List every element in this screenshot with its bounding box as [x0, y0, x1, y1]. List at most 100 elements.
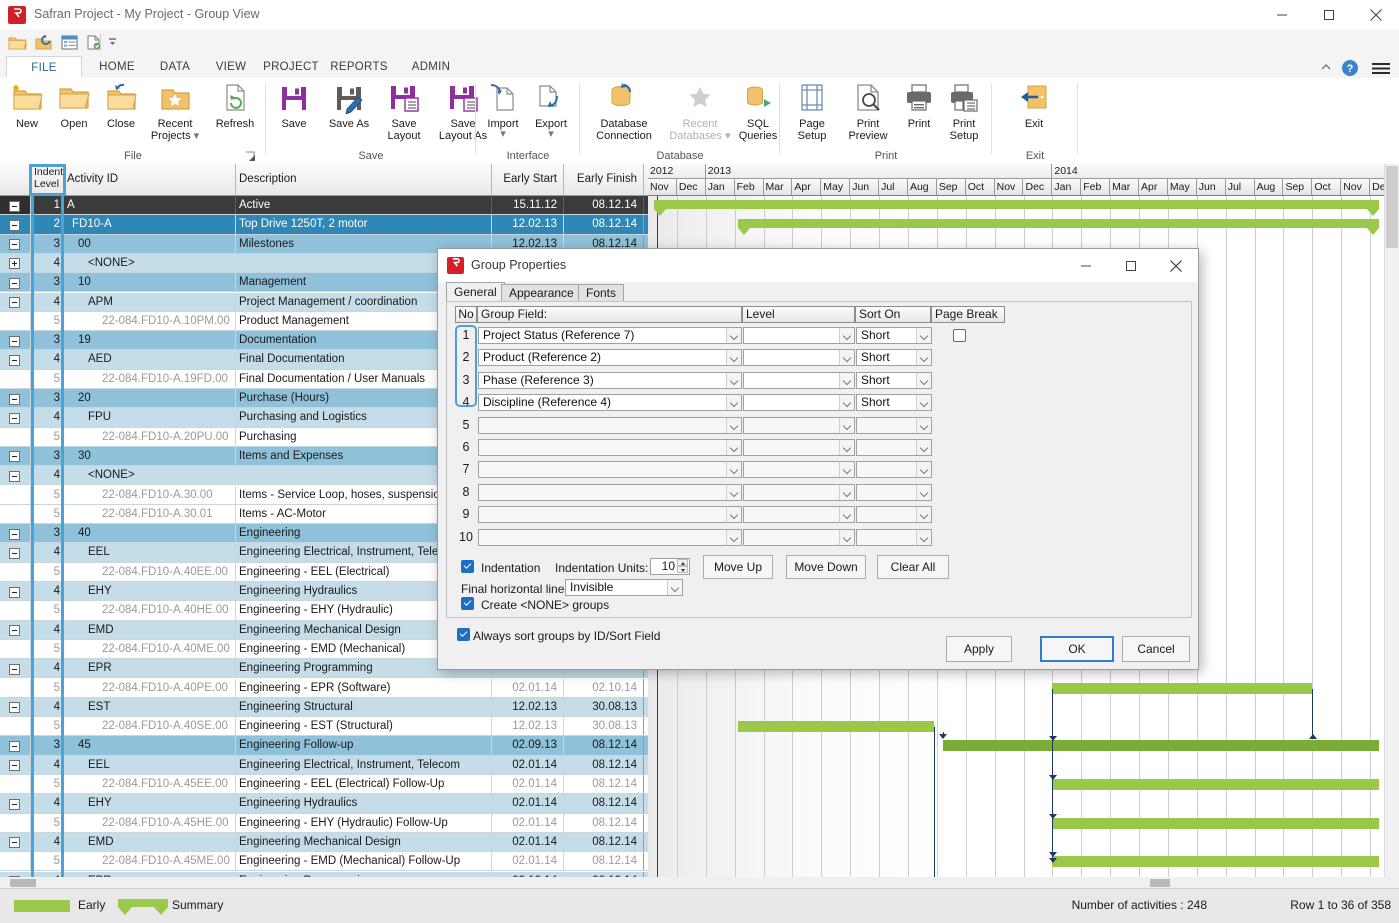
- row-expand-cell[interactable]: [0, 311, 31, 331]
- collapse-icon[interactable]: [9, 335, 20, 347]
- collapse-icon[interactable]: [9, 470, 20, 482]
- chevron-down-icon[interactable]: [726, 507, 741, 523]
- row-expand-cell[interactable]: [0, 601, 31, 620]
- group-field-select[interactable]: [478, 483, 742, 501]
- group-sort-on-select[interactable]: Short: [856, 349, 932, 367]
- indentation-units-spin-down[interactable]: [677, 566, 688, 573]
- create-none-groups-checkbox[interactable]: [461, 597, 474, 610]
- ribbon-button-print-setup[interactable]: Print Setup: [940, 82, 988, 142]
- chevron-down-icon[interactable]: [839, 395, 854, 411]
- chevron-down-icon[interactable]: [726, 372, 741, 388]
- row-expand-cell[interactable]: [0, 852, 31, 871]
- row-expand-cell[interactable]: [0, 794, 31, 813]
- row-expand-cell[interactable]: [0, 446, 31, 466]
- row-expand-cell[interactable]: [0, 504, 31, 524]
- table-row[interactable]: 4 EST Engineering Structural 12.02.13 30.08.…: [0, 697, 648, 718]
- group-level-select[interactable]: [743, 483, 855, 501]
- dialog-tab-fonts[interactable]: Fonts: [578, 284, 625, 302]
- table-row[interactable]: 1 A Active 15.11.12 08.12.14: [0, 196, 648, 216]
- vertical-scrollbar[interactable]: [1384, 164, 1399, 889]
- ribbon-button-page-setup[interactable]: Page Setup: [786, 82, 838, 142]
- ribbon-tab-data[interactable]: DATA: [144, 56, 206, 78]
- row-expand-cell[interactable]: [0, 234, 31, 253]
- row-expand-cell[interactable]: [0, 543, 31, 562]
- row-expand-cell[interactable]: [0, 215, 31, 234]
- chevron-down-icon[interactable]: [839, 372, 854, 388]
- row-expand-cell[interactable]: [0, 620, 31, 639]
- chevron-down-icon[interactable]: [839, 350, 854, 366]
- ribbon-tab-file[interactable]: FILE: [6, 56, 82, 78]
- group-field-select[interactable]: Project Status (Reference 7): [478, 327, 742, 344]
- row-expand-cell[interactable]: [0, 196, 31, 215]
- chevron-down-icon[interactable]: [726, 462, 741, 478]
- ribbon-button-refresh[interactable]: Refresh: [208, 82, 262, 130]
- group-field-select[interactable]: [478, 416, 742, 434]
- collapse-icon[interactable]: [9, 200, 20, 212]
- collapse-icon[interactable]: [9, 837, 20, 849]
- ribbon-button-print-preview[interactable]: Print Preview: [838, 82, 898, 142]
- group-sort-on-select[interactable]: [856, 506, 932, 524]
- gantt-horizontal-scroll-thumb[interactable]: [1150, 879, 1170, 887]
- chevron-down-icon[interactable]: [916, 328, 931, 343]
- grid-header-description[interactable]: Description: [236, 164, 492, 195]
- group-sort-on-select[interactable]: Short: [856, 394, 932, 412]
- group-sort-on-select[interactable]: [856, 461, 932, 479]
- expand-icon[interactable]: [9, 258, 20, 270]
- group-level-select[interactable]: [743, 506, 855, 524]
- table-row[interactable]: 5 22-084.FD10-A.45ME.00 Engineering - EMD …: [0, 852, 648, 872]
- chevron-down-icon[interactable]: [839, 462, 854, 478]
- chevron-down-icon[interactable]: [839, 484, 854, 500]
- file-dialog-launcher-icon[interactable]: [245, 151, 256, 162]
- grid-horizontal-scroll-thumb[interactable]: [10, 879, 36, 887]
- row-expand-cell[interactable]: [0, 582, 31, 601]
- ribbon-tab-reports[interactable]: REPORTS: [322, 56, 396, 78]
- row-expand-cell[interactable]: [0, 466, 31, 485]
- customize-qat-icon[interactable]: [106, 34, 120, 52]
- group-sort-on-select[interactable]: [856, 416, 932, 434]
- group-level-select[interactable]: [743, 327, 855, 344]
- indentation-checkbox[interactable]: [461, 560, 474, 573]
- ribbon-button-export[interactable]: Export ▾: [528, 82, 574, 140]
- row-expand-cell[interactable]: [0, 369, 31, 388]
- row-expand-cell[interactable]: [0, 832, 31, 852]
- chevron-down-icon[interactable]: [726, 529, 741, 545]
- ribbon-button-import[interactable]: Import ▾: [480, 82, 526, 140]
- ribbon-button-open[interactable]: Open: [52, 82, 96, 130]
- chevron-down-icon[interactable]: ▾: [194, 130, 200, 142]
- cancel-button[interactable]: Cancel: [1122, 636, 1190, 662]
- table-row[interactable]: 5 22-084.FD10-A.45EE.00 Engineering - EEL …: [0, 775, 648, 795]
- ribbon-button-save[interactable]: Save: [272, 82, 316, 130]
- collapse-icon[interactable]: [9, 740, 20, 752]
- table-row[interactable]: 5 22-084.FD10-A.40SE.00 Engineering - EST …: [0, 717, 648, 737]
- chevron-down-icon[interactable]: [839, 417, 854, 433]
- group-sort-on-select[interactable]: [856, 439, 932, 456]
- row-expand-cell[interactable]: [0, 408, 31, 427]
- chevron-down-icon[interactable]: [726, 328, 741, 343]
- row-expand-cell[interactable]: [0, 273, 31, 292]
- ribbon-tab-project[interactable]: PROJECT: [254, 56, 328, 78]
- row-expand-cell[interactable]: [0, 427, 31, 446]
- row-expand-cell[interactable]: [0, 736, 31, 755]
- move-down-button[interactable]: Move Down: [786, 555, 866, 579]
- menu-icon[interactable]: [1371, 61, 1391, 78]
- collapse-icon[interactable]: [9, 663, 20, 675]
- chevron-down-icon[interactable]: [916, 395, 931, 411]
- row-expand-cell[interactable]: [0, 562, 31, 581]
- ribbon-tab-view[interactable]: VIEW: [200, 56, 262, 78]
- gantt-summary-bar[interactable]: [653, 200, 1379, 216]
- table-row[interactable]: 5 22-084.FD10-A.40PE.00 Engineering - EPR …: [0, 678, 648, 698]
- dialog-tab-general[interactable]: General: [446, 282, 505, 302]
- chevron-down-icon[interactable]: [916, 507, 931, 523]
- row-expand-cell[interactable]: [0, 292, 31, 311]
- group-sort-on-select[interactable]: [856, 528, 932, 546]
- collapse-icon[interactable]: [9, 354, 20, 366]
- group-field-select[interactable]: [478, 439, 742, 456]
- clear-all-button[interactable]: Clear All: [877, 555, 949, 579]
- list-view-icon[interactable]: [60, 34, 80, 52]
- row-expand-cell[interactable]: [0, 717, 31, 736]
- collapse-icon[interactable]: [9, 412, 20, 424]
- close-button[interactable]: [1353, 0, 1399, 30]
- table-row[interactable]: 4 EEL Engineering Electrical, Instrument, …: [0, 755, 648, 775]
- row-expand-cell[interactable]: [0, 389, 31, 408]
- chevron-down-icon[interactable]: [916, 372, 931, 388]
